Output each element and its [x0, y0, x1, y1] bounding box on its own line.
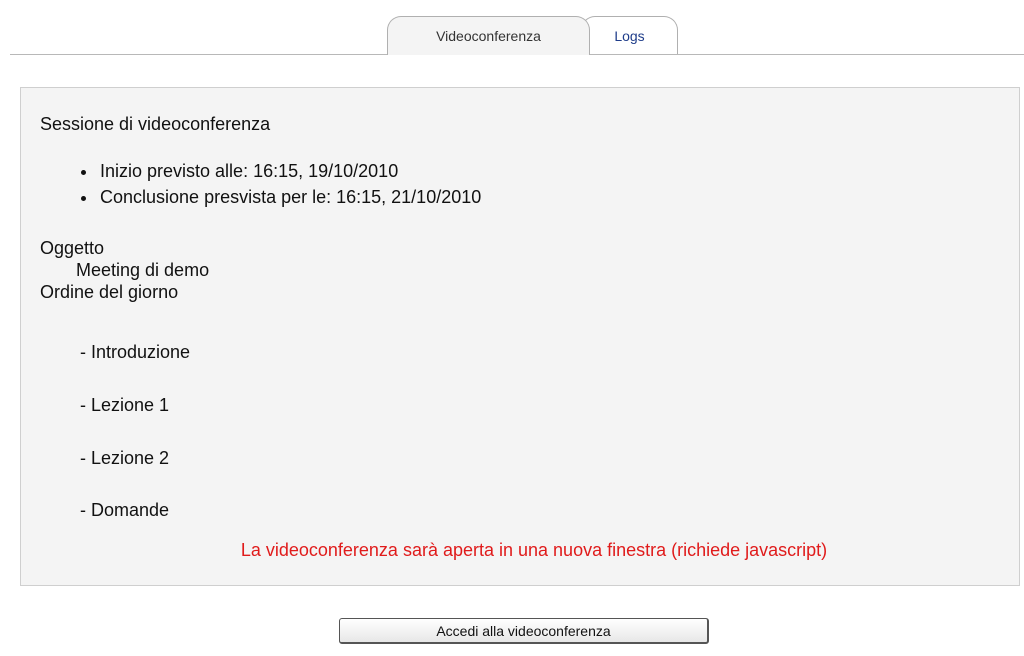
tab-bar: Videoconferenza Logs	[10, 16, 1024, 55]
session-panel: Sessione di videoconferenza Inizio previ…	[20, 87, 1020, 586]
object-label: Oggetto	[40, 238, 105, 258]
popup-note: La videoconferenza sarà aperta in una nu…	[240, 540, 828, 560]
object-value: Meeting di demo	[76, 260, 210, 280]
enter-videoconference-button[interactable]: Accedi alla videoconferenza	[339, 618, 709, 644]
session-title: Sessione di videoconferenza	[40, 114, 271, 134]
page: Videoconferenza Logs Sessione di videoco…	[0, 0, 1024, 656]
agenda-item: - Domande	[80, 500, 170, 520]
tab-logs[interactable]: Logs	[581, 16, 678, 54]
session-info-list: Inizio previsto alle: 16:15, 19/10/2010 …	[76, 158, 481, 210]
agenda-item: - Lezione 2	[80, 448, 170, 468]
agenda-item: - Introduzione	[80, 342, 191, 362]
session-start: Inizio previsto alle: 16:15, 19/10/2010	[76, 158, 481, 184]
agenda-label: Ordine del giorno	[40, 282, 179, 302]
session-end: Conclusione presvista per le: 16:15, 21/…	[76, 184, 481, 210]
agenda-item: - Lezione 1	[80, 395, 170, 415]
tab-videoconferenza[interactable]: Videoconferenza	[387, 16, 590, 55]
